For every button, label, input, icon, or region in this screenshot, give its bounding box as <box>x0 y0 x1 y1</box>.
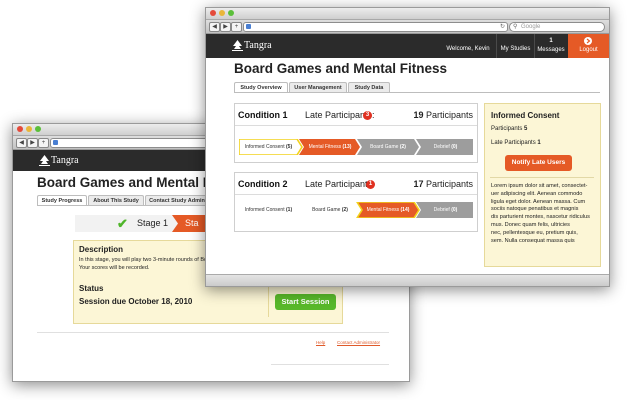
page-favicon-icon <box>53 140 58 145</box>
stage-progress-bar: ✔ Stage 1 Sta <box>75 215 212 232</box>
side-panel-heading: Informed Consent <box>491 111 560 120</box>
back-footer-divider <box>37 332 389 333</box>
front-app-header: Tangra Welcome, Kevin My Studies 1 Messa… <box>206 34 609 58</box>
condition-1-panel: Condition 1 Late Participants: 3 19 Part… <box>234 103 478 163</box>
condition-2-late-label: Late Participants: <box>305 179 375 189</box>
stage-next-label: Sta <box>185 218 199 228</box>
condition-2-divider <box>235 194 477 195</box>
front-address-bar[interactable]: ↻ <box>243 22 508 32</box>
condition-1-divider <box>235 125 477 126</box>
help-link[interactable]: Help <box>316 340 325 345</box>
logout-icon <box>584 37 592 45</box>
back-brand-text: Tangra <box>51 155 79 166</box>
close-window-icon[interactable] <box>210 10 216 16</box>
front-logo[interactable]: Tangra <box>232 40 292 52</box>
reload-icon[interactable]: ↻ <box>500 23 505 31</box>
condition-2-participants: 17 Participants <box>413 179 473 189</box>
logout-label: Logout <box>579 47 598 53</box>
condition-1-participants-num: 19 <box>413 110 424 120</box>
search-icon: ⚲ <box>513 24 518 30</box>
condition-1-step-debrief[interactable]: Debrief (0) <box>418 139 473 155</box>
side-participants: Participants 5 <box>491 126 528 132</box>
checkmark-icon: ✔ <box>117 216 128 231</box>
condition-1-participants: 19 Participants <box>413 110 473 120</box>
page-favicon-icon <box>246 24 251 29</box>
condition-2-title: Condition 2 <box>238 179 288 189</box>
notify-late-users-button[interactable]: Notify Late Users <box>505 155 572 171</box>
side-panel-lorem: Lorem ipsum dolor sit amet, consectet- u… <box>491 183 590 244</box>
back-footer-line <box>271 364 389 365</box>
start-session-button[interactable]: Start Session <box>275 294 336 310</box>
description-line-1: In this stage, you will play two 3-minut… <box>79 257 209 263</box>
add-bookmark-icon[interactable]: + <box>38 138 49 148</box>
condition-2-step-mental-fitness[interactable]: Mental Fitness (14) <box>359 202 417 218</box>
contact-administrator-link[interactable]: Contact Administrator <box>337 340 380 345</box>
front-browser-window: ◀ ▶ + ↻ ⚲ Google Tangra Welcome, Kevin M… <box>205 7 610 287</box>
nav-divider <box>496 34 497 58</box>
condition-2-late-badge[interactable]: 1 <box>366 180 375 189</box>
search-field[interactable]: ⚲ Google <box>509 22 605 32</box>
condition-1-participants-word: Participants <box>425 110 473 120</box>
add-bookmark-icon[interactable]: + <box>231 22 242 32</box>
stage-1-label: Stage 1 <box>137 218 169 228</box>
messages-link[interactable]: Messages <box>535 47 567 53</box>
back-tab-underline <box>37 205 207 206</box>
condition-1-step-mental-fitness[interactable]: Mental Fitness (13) <box>301 139 359 155</box>
front-page-title: Board Games and Mental Fitness <box>234 61 448 76</box>
condition-2-participants-word: Participants <box>425 179 473 189</box>
forward-arrow-icon[interactable]: ▶ <box>27 138 38 148</box>
status-heading: Status <box>79 284 104 293</box>
minimize-window-icon[interactable] <box>26 126 32 132</box>
messages-count[interactable]: 1 <box>535 38 567 44</box>
front-tab-underline <box>234 92 600 93</box>
front-bottom-bar <box>206 274 609 286</box>
welcome-text: Welcome, Kevin <box>446 46 490 52</box>
condition-2-step-debrief[interactable]: Debrief (0) <box>418 202 473 218</box>
condition-2-panel: Condition 2 Late Participants: 1 17 Part… <box>234 172 478 232</box>
side-panel-divider <box>490 177 594 178</box>
condition-1-step-informed-consent[interactable]: Informed Consent (5) <box>239 139 298 155</box>
my-studies-link[interactable]: My Studies <box>498 46 533 52</box>
back-arrow-icon[interactable]: ◀ <box>209 22 220 32</box>
side-late-participants: Late Participants 1 <box>491 140 541 146</box>
condition-1-step-board-game[interactable]: Board Game (2) <box>359 139 417 155</box>
front-window-toolbar: ◀ ▶ + ↻ ⚲ Google <box>206 20 609 34</box>
back-logo[interactable]: Tangra <box>39 155 99 167</box>
tangra-tree-icon <box>232 40 243 51</box>
condition-2-participants-num: 17 <box>413 179 424 189</box>
informed-consent-panel: Informed Consent Participants 5 Late Par… <box>484 103 601 267</box>
session-due-text: Session due October 18, 2010 <box>79 297 193 306</box>
minimize-window-icon[interactable] <box>219 10 225 16</box>
condition-1-title: Condition 1 <box>238 110 288 120</box>
condition-1-step-bar: Informed Consent (5) Mental Fitness (13)… <box>239 139 473 155</box>
condition-1-late-badge[interactable]: 3 <box>363 111 372 120</box>
zoom-window-icon[interactable] <box>228 10 234 16</box>
condition-2-step-bar: Informed Consent (1) Board Game (2) Ment… <box>239 202 473 218</box>
zoom-window-icon[interactable] <box>35 126 41 132</box>
front-window-titlebar <box>206 8 609 20</box>
logout-button[interactable]: Logout <box>568 34 609 58</box>
condition-2-step-board-game[interactable]: Board Game (2) <box>301 202 359 218</box>
tangra-tree-icon <box>39 155 50 166</box>
condition-2-step-informed-consent[interactable]: Informed Consent (1) <box>239 202 298 218</box>
search-placeholder: Google <box>521 24 541 30</box>
front-brand-text: Tangra <box>244 40 272 51</box>
description-line-2: Your scores will be recorded. <box>79 265 150 271</box>
close-window-icon[interactable] <box>17 126 23 132</box>
back-arrow-icon[interactable]: ◀ <box>16 138 27 148</box>
description-heading: Description <box>79 245 124 254</box>
forward-arrow-icon[interactable]: ▶ <box>220 22 231 32</box>
